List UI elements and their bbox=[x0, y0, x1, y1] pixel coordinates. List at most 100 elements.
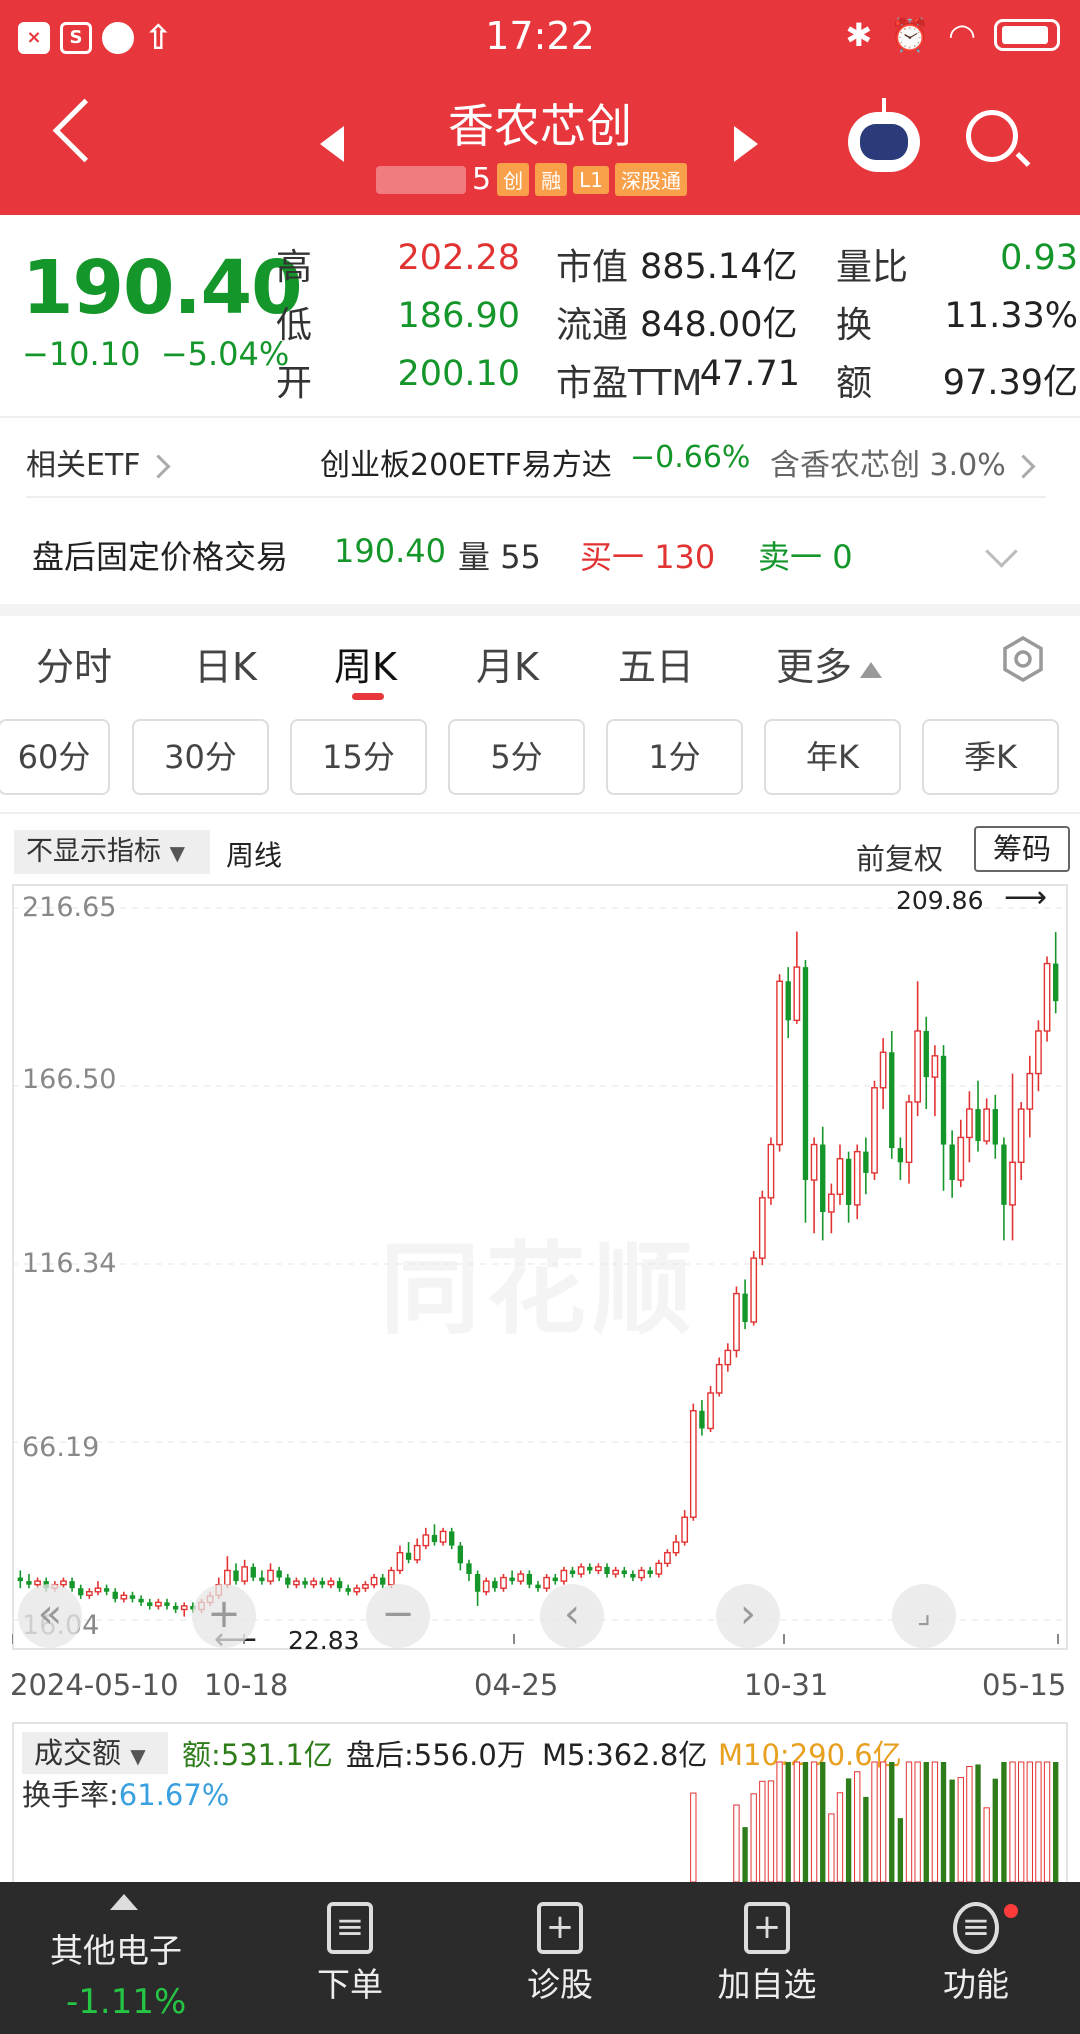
diagnose-button[interactable]: + 诊股 bbox=[510, 1882, 610, 2006]
volume-bar bbox=[889, 1762, 895, 1882]
volume-bar bbox=[966, 1766, 973, 1882]
period-60min[interactable]: 60分 bbox=[0, 719, 110, 795]
open-value: 200.10 bbox=[397, 354, 520, 394]
app-header: × S ⇧ 17:22 ✱ ⏰ ◠ 香农芯创 5 创 融 L1 深股通 bbox=[0, 0, 1080, 215]
volume-bar bbox=[836, 1792, 844, 1882]
fullscreen-icon[interactable]: ⌟ bbox=[892, 1584, 956, 1648]
indicator-select[interactable]: 不显示指标 ▼ bbox=[14, 830, 210, 874]
candle-body bbox=[940, 1055, 947, 1145]
candle-body bbox=[526, 1574, 533, 1585]
candle-body bbox=[699, 1410, 705, 1429]
related-etf-link[interactable]: 相关ETF bbox=[26, 440, 171, 484]
volume-chart bbox=[690, 1761, 1059, 1882]
period-30min[interactable]: 30分 bbox=[132, 719, 269, 795]
period-1min[interactable]: 1分 bbox=[606, 719, 743, 795]
volume-bar bbox=[905, 1761, 913, 1882]
tab-daily-k[interactable]: 日K bbox=[194, 636, 257, 691]
zoom-in-icon[interactable]: + bbox=[192, 1584, 256, 1648]
candle-body bbox=[482, 1580, 490, 1593]
candle-body bbox=[655, 1562, 663, 1575]
chart-settings-icon[interactable] bbox=[1000, 636, 1046, 682]
add-square-icon: + bbox=[744, 1902, 790, 1954]
order-button[interactable]: ≡ 下单 bbox=[300, 1882, 400, 2006]
tab-intraday[interactable]: 分时 bbox=[36, 636, 112, 691]
zoom-out-icon[interactable]: − bbox=[366, 1584, 430, 1648]
scroll-left-far-icon[interactable]: « bbox=[18, 1584, 82, 1648]
code-obscured bbox=[376, 165, 466, 194]
mktcap-label: 市值 bbox=[556, 247, 629, 288]
candle-body bbox=[742, 1293, 748, 1323]
candle-body bbox=[879, 1051, 887, 1089]
scroll-left-icon[interactable]: ‹ bbox=[540, 1584, 604, 1648]
candle-body bbox=[259, 1577, 265, 1582]
candle-body bbox=[587, 1566, 593, 1571]
chevron-down-icon[interactable] bbox=[985, 535, 1018, 568]
etf-change: −0.66% bbox=[630, 440, 751, 475]
divider bbox=[0, 416, 1080, 418]
tab-more[interactable]: 更多 bbox=[776, 636, 883, 691]
volume-bar bbox=[863, 1796, 869, 1882]
alarm-icon: ⏰ bbox=[890, 16, 931, 54]
search-icon[interactable] bbox=[966, 110, 1018, 162]
candle-body bbox=[474, 1574, 481, 1592]
candle-body bbox=[905, 1101, 913, 1163]
period-yearly-k[interactable]: 年K bbox=[764, 719, 901, 795]
tab-five-day[interactable]: 五日 bbox=[618, 636, 694, 691]
period-15min[interactable]: 15分 bbox=[290, 719, 427, 795]
volume-bar bbox=[733, 1804, 740, 1882]
candle-body bbox=[241, 1566, 249, 1582]
chip-distribution-button[interactable]: 筹码 bbox=[974, 826, 1070, 872]
period-quarterly-k[interactable]: 季K bbox=[922, 719, 1059, 795]
volume-bar bbox=[767, 1780, 775, 1882]
volume-bar bbox=[1017, 1761, 1025, 1882]
candle-body bbox=[413, 1544, 421, 1561]
scroll-right-icon[interactable]: › bbox=[716, 1584, 780, 1648]
tab-monthly-k[interactable]: 月K bbox=[476, 636, 539, 691]
candle-body bbox=[370, 1576, 378, 1586]
x-tick: 2024-05-10 bbox=[10, 1668, 179, 1702]
x-tick: 10-18 bbox=[204, 1668, 289, 1702]
volume-bar bbox=[940, 1762, 947, 1882]
candle-body bbox=[853, 1150, 861, 1206]
candle-body bbox=[276, 1570, 282, 1578]
functions-button[interactable]: ≡ 功能 bbox=[926, 1882, 1026, 2006]
candle-body bbox=[957, 1136, 965, 1181]
candle-body bbox=[845, 1158, 852, 1205]
after-hours-volume: 量 55 bbox=[458, 538, 541, 576]
max-price-label: 209.86 bbox=[896, 886, 984, 915]
candle-body bbox=[353, 1587, 361, 1593]
adjust-mode[interactable]: 前复权 bbox=[856, 836, 943, 878]
candle-body bbox=[827, 1193, 835, 1213]
candle-body bbox=[78, 1588, 84, 1596]
tab-weekly-k[interactable]: 周K bbox=[334, 636, 397, 691]
candle-body bbox=[267, 1569, 274, 1582]
candle-body bbox=[154, 1601, 162, 1607]
candle-body bbox=[647, 1570, 653, 1575]
etf-name[interactable]: 创业板200ETF易方达 bbox=[320, 440, 612, 484]
candle-body bbox=[560, 1569, 568, 1582]
volume-bar bbox=[1043, 1761, 1051, 1882]
candle-body bbox=[810, 1143, 818, 1181]
diagnose-icon: + bbox=[537, 1902, 583, 1954]
ai-assistant-icon[interactable] bbox=[848, 98, 920, 172]
candle-body bbox=[707, 1392, 714, 1430]
tag-shenguhtong: 深股通 bbox=[614, 163, 687, 196]
candle-body bbox=[517, 1573, 525, 1582]
candle-body bbox=[802, 967, 809, 1181]
add-watchlist-button[interactable]: + 加自选 bbox=[706, 1882, 828, 2006]
candle-body bbox=[449, 1531, 455, 1546]
volume-bar bbox=[854, 1771, 861, 1882]
next-stock-icon[interactable] bbox=[734, 126, 758, 162]
order-document-icon: ≡ bbox=[327, 1902, 373, 1954]
etf-holding[interactable]: 含香农芯创 3.0% bbox=[770, 440, 1036, 484]
candle-body bbox=[250, 1566, 256, 1578]
tag-l1: L1 bbox=[573, 165, 609, 194]
sector-name[interactable]: 其他电子 bbox=[50, 1924, 182, 1972]
kline-chart[interactable] bbox=[12, 884, 1068, 1650]
status-icons-right: ✱ ⏰ ◠ bbox=[845, 16, 1060, 54]
period-5min[interactable]: 5分 bbox=[448, 719, 585, 795]
float-label: 流通 bbox=[556, 305, 629, 346]
candle-body bbox=[120, 1594, 128, 1600]
candle-body bbox=[492, 1581, 498, 1589]
candle-body bbox=[302, 1581, 308, 1585]
